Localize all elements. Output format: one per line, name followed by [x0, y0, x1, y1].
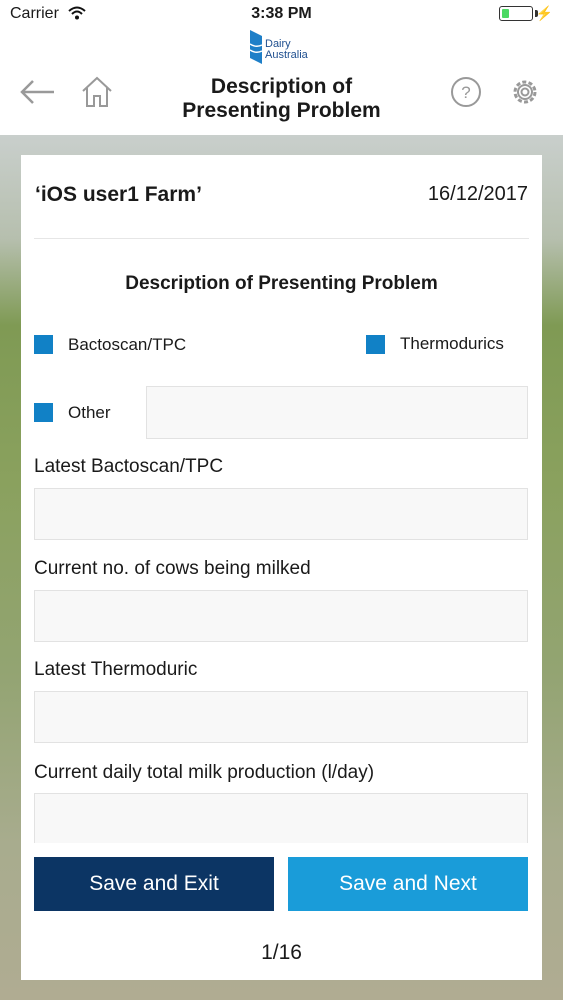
bactoscan-checkbox-label: Bactoscan/TPC — [68, 335, 187, 354]
dairy-australia-logo: Dairy Australia — [248, 30, 328, 66]
milk-production-field-label: Current daily total milk production (l/d… — [34, 762, 375, 783]
battery-level — [502, 9, 509, 18]
milk-production-input[interactable] — [34, 793, 528, 843]
other-input[interactable] — [146, 386, 528, 439]
other-checkbox[interactable] — [34, 403, 53, 422]
form-card: ‘iOS user1 Farm’ 16/12/2017 Description … — [21, 155, 542, 980]
page-title-line1: Description of — [210, 75, 353, 98]
status-time: 3:38 PM — [251, 5, 312, 22]
page-title: Description of Presenting Problem — [120, 75, 443, 123]
thermoduric-field-label: Latest Thermoduric — [34, 659, 198, 680]
logo-text-line2: Australia — [265, 49, 308, 61]
arrow-left-icon — [20, 80, 54, 104]
logo-mark-icon — [249, 30, 263, 64]
other-checkbox-label: Other — [68, 403, 111, 422]
farm-date: 16/12/2017 — [427, 183, 528, 205]
home-icon — [82, 76, 112, 107]
bactoscan-field-label: Latest Bactoscan/TPC — [34, 456, 224, 477]
cows-milked-input[interactable] — [34, 590, 528, 642]
gear-icon — [513, 80, 537, 104]
status-bar: Carrier 3:38 PM ⚡ — [0, 0, 563, 30]
farm-name: ‘iOS user1 Farm’ — [35, 183, 202, 206]
thermoduric-input[interactable] — [34, 691, 528, 743]
charging-icon: ⚡ — [535, 5, 553, 21]
page-title-line2: Presenting Problem — [182, 99, 381, 122]
save-and-next-button[interactable]: Save and Next — [288, 857, 528, 911]
bactoscan-input[interactable] — [34, 488, 528, 540]
app-header: Dairy Australia Description of Presentin… — [0, 30, 563, 135]
battery-icon — [499, 6, 533, 21]
cows-milked-field-label: Current no. of cows being milked — [34, 558, 311, 579]
thermodurics-checkbox[interactable] — [366, 335, 385, 354]
bactoscan-checkbox[interactable] — [34, 335, 53, 354]
settings-button[interactable] — [508, 75, 542, 109]
thermodurics-checkbox-label: Thermodurics — [400, 334, 504, 353]
divider — [34, 238, 529, 239]
svg-text:?: ? — [461, 83, 470, 102]
page-indicator: 1/16 — [261, 941, 302, 964]
question-icon: ? — [451, 77, 481, 107]
home-button[interactable] — [80, 75, 114, 109]
save-and-exit-button[interactable]: Save and Exit — [34, 857, 274, 911]
section-title: Description of Presenting Problem — [125, 273, 438, 294]
help-button[interactable]: ? — [449, 75, 483, 109]
back-button[interactable] — [18, 75, 56, 109]
